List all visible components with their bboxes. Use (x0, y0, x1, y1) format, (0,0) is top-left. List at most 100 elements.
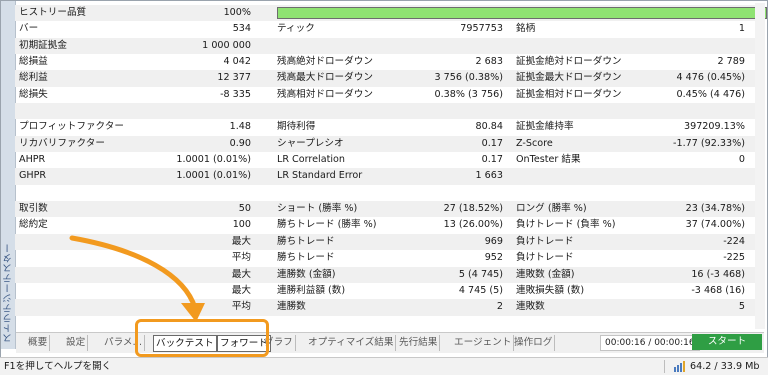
stat-value: 100 (232, 219, 251, 231)
stat-label: 総損益 (19, 56, 48, 68)
stat-row: バー 534 ティック 7957753 銘柄 1 (15, 21, 764, 37)
stat-value: 4 476 (0.45%) (676, 72, 745, 84)
stat-row: GHPR 1.0001 (0.01%) LR Standard Error 1 663 (15, 168, 764, 185)
stat-row: 最大 勝ちトレード 969 負けトレード -224 (15, 233, 764, 251)
stat-value: 0.90 (229, 137, 251, 149)
stat-value (395, 103, 503, 119)
stat-label: 総約定 (19, 219, 48, 231)
stat-value: 1.0001 (0.01%) (176, 170, 251, 182)
stat-label (19, 299, 139, 315)
stat-value (395, 38, 503, 54)
stat-row: 平均 勝ちトレード 952 負けトレード -225 (15, 250, 764, 266)
stat-row: ヒストリー品質 100% (15, 5, 767, 22)
tab-1[interactable]: 設定 (64, 335, 89, 351)
history-quality-bar (277, 7, 767, 19)
stat-label: 取引数 (19, 203, 48, 215)
stat-value: 80.84 (475, 121, 503, 133)
stat-value: 12 377 (217, 72, 251, 84)
stat-value: 7957753 (460, 23, 503, 35)
stat-label: プロフィットファクター (19, 121, 124, 133)
stat-value: -225 (723, 252, 745, 264)
stat-label: リカバリファクター (19, 137, 105, 149)
stat-value: 0.17 (481, 154, 503, 166)
strategy-tester-vertical-tab[interactable]: ストラテジーテスター (1, 1, 16, 349)
stat-label (19, 234, 139, 250)
stat-row: AHPR 1.0001 (0.01%) LR Correlation 0.17 OnTe… (15, 152, 764, 168)
stat-value: 1.48 (229, 121, 251, 133)
stat-value (635, 185, 745, 201)
stat-value: 4 042 (223, 56, 251, 68)
stat-label (19, 103, 139, 119)
stat-label: 総利益 (19, 72, 48, 84)
strategy-tester-panel: ストラテジーテスター ヒストリー品質 100% バー 534 ティック 7957753 銘柄… (0, 0, 768, 358)
stat-label: 初期証拠金 (19, 39, 67, 51)
stat-row (15, 185, 764, 201)
stat-value (635, 168, 745, 184)
stat-label: ヒストリー品質 (19, 7, 87, 18)
history-quality-fill (278, 8, 766, 18)
stat-row: 総損益 4 042 残高絶対ドローダウン 2 683 証拠金絶対ドローダウン 2 789 (15, 54, 764, 70)
elapsed-time-box: 00:00:16 / 00:00:16 (600, 335, 700, 351)
stat-label (19, 267, 139, 283)
stat-value: 5 (4 745) (458, 268, 503, 280)
stat-value: 1.0001 (0.01%) (176, 154, 251, 166)
stat-value: 27 (18.52%) (443, 203, 503, 215)
tab-9[interactable]: 操作ログ (512, 335, 556, 351)
stat-value: 0.17 (481, 137, 503, 149)
stat-row: 平均 連勝数 2 連敗数 5 (15, 299, 764, 316)
stat-row: 初期証拠金 1 000 000 (15, 37, 764, 55)
stat-value: 16 (-3 468) (691, 268, 745, 280)
stat-label: AHPR (19, 154, 46, 166)
tab-7[interactable]: 先行結果 (397, 335, 441, 351)
stat-value: -3 468 (16) (691, 284, 745, 296)
stat-label: 総損失 (19, 88, 48, 100)
stat-value: 1 000 000 (202, 39, 251, 51)
stat-label: GHPR (19, 170, 47, 182)
stat-value: 23 (34.78%) (685, 203, 745, 215)
stat-value: 平均 (231, 301, 251, 313)
stat-value: 3 756 (0.38%) (434, 72, 503, 84)
stat-value (635, 103, 745, 119)
stat-value: 397209.13% (684, 121, 745, 133)
stat-value: -8 335 (220, 88, 251, 100)
stat-value: 1 (738, 23, 745, 35)
stat-value (139, 185, 251, 201)
stat-row (15, 103, 764, 120)
highlight-callout-box (135, 319, 269, 357)
results-grid: ヒストリー品質 100% バー 534 ティック 7957753 銘柄 1 初期証拠金 1 000… (15, 5, 767, 316)
stat-value: 0.45% (4 476) (676, 88, 745, 100)
help-hint: F1を押してヘルプを開く (4, 361, 112, 372)
stat-value: 952 (484, 252, 503, 264)
stat-value: 0 (738, 154, 745, 166)
tab-0[interactable]: 概要 (26, 335, 51, 351)
stat-row: リカバリファクター 0.90 シャープレシオ 0.17 Z-Score -1.77 (92… (15, 135, 764, 153)
status-bar: F1を押してヘルプを開く 64.2 / 33.9 Mb (0, 357, 768, 375)
stat-value: 37 (74.00%) (685, 219, 745, 231)
stat-value: 1 663 (475, 170, 503, 182)
stat-value: 0.38% (3 756) (434, 88, 503, 100)
stat-value: 13 (26.00%) (443, 219, 503, 231)
stat-row: 取引数 50 ショート (勝率 %) 27 (18.52%) ロング (勝率 %) 23 … (15, 201, 764, 218)
stat-value: 最大 (231, 235, 251, 247)
stat-value: -224 (723, 235, 745, 247)
stat-label (19, 283, 139, 299)
vertical-scrollbar[interactable] (755, 3, 765, 329)
stat-row: 総利益 12 377 残高最大ドローダウン 3 756 (0.38%) 証拠金最大ドロー… (15, 70, 764, 87)
tab-8[interactable]: エージェント (452, 335, 515, 351)
stat-value (395, 185, 503, 201)
stat-row: 最大 連勝利益額 (数) 4 745 (5) 連敗損失額 (数) -3 468 (16) (15, 283, 764, 299)
stat-value: 2 (496, 301, 503, 313)
status-divider (664, 360, 665, 373)
stat-label: バー (19, 23, 39, 35)
stat-value: 969 (484, 235, 503, 247)
traffic-readout: 64.2 / 33.9 Mb (690, 361, 760, 372)
start-button[interactable]: スタート (692, 334, 762, 350)
tester-tabs-bar: 00:00:16 / 00:00:16 スタート 概要 設定 パラメ… バックテストフ… (16, 332, 764, 353)
elapsed-time: 00:00:16 (605, 338, 646, 348)
stat-row: 最大 連勝数 (金額) 5 (4 745) 連敗数 (金額) 16 (-3 468) (15, 266, 764, 283)
stat-value: -1.77 (92.33%) (673, 137, 745, 149)
remaining-time: 00:00:16 (654, 338, 695, 348)
tab-6[interactable]: オプティマイズ結果 (306, 335, 397, 351)
stat-value: 5 (738, 301, 745, 313)
stat-row: 総損失 -8 335 残高相対ドローダウン 0.38% (3 756) 証拠金相対ドロー… (15, 87, 764, 103)
